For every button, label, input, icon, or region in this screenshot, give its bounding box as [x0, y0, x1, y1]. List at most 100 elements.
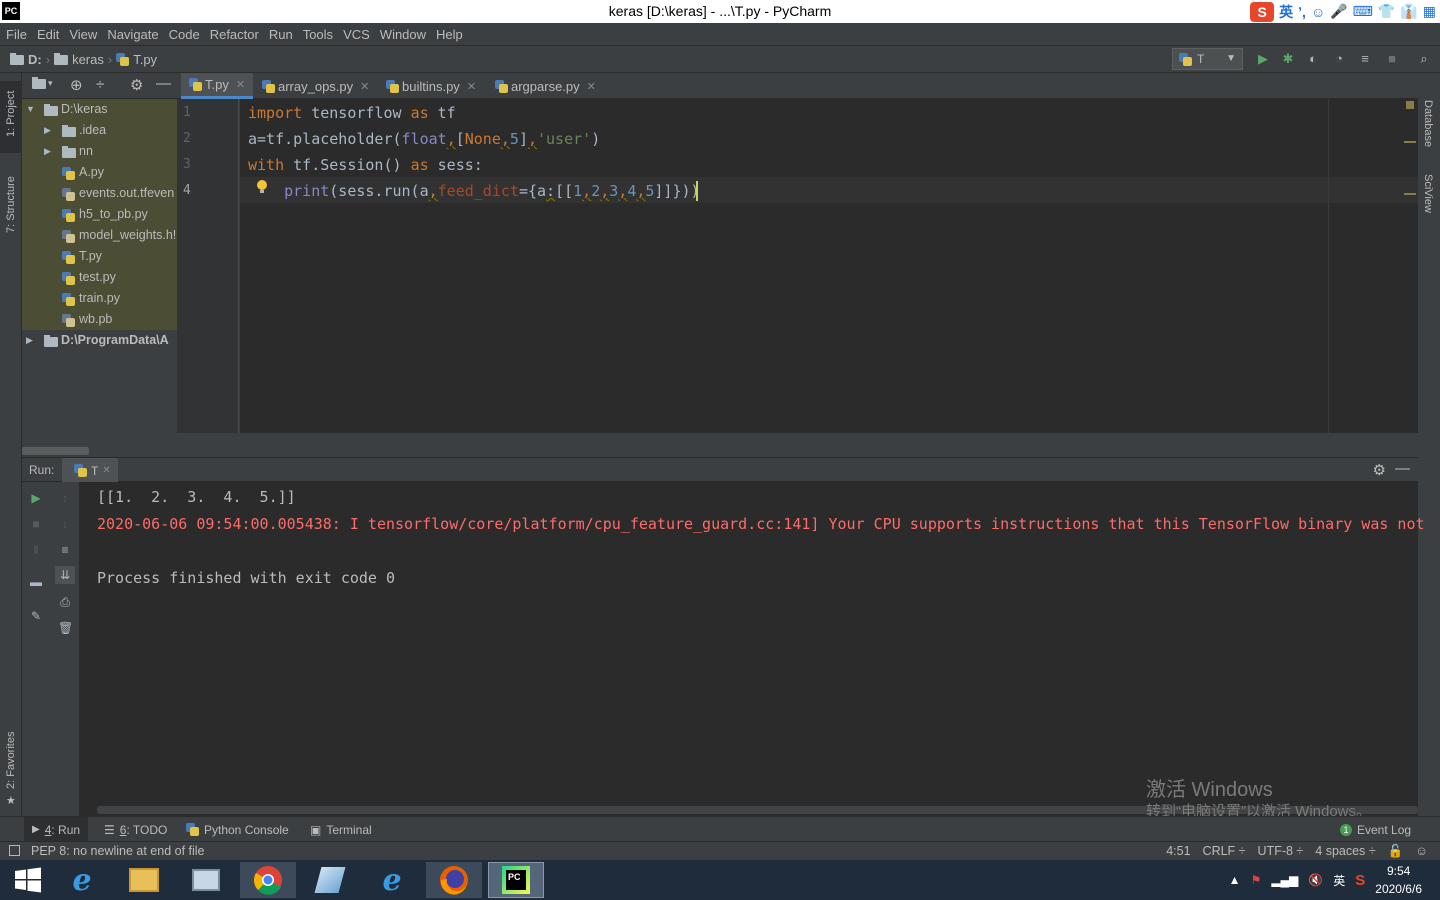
start-icon[interactable] — [0, 862, 56, 898]
profile-icon[interactable]: ◔ — [1332, 52, 1346, 66]
menu-edit[interactable]: Edit — [32, 27, 64, 42]
close-icon[interactable]: ✕ — [587, 80, 596, 93]
debug-icon[interactable]: ✱ — [1281, 52, 1295, 66]
file-explorer-icon[interactable] — [116, 862, 172, 898]
tab-todo[interactable]: ☰ 6: TODO — [96, 817, 175, 842]
run-console[interactable]: [[1. 2. 3. 4. 5.]] 2020-06-06 09:54:00.0… — [80, 482, 1425, 816]
tray-ime-lang[interactable]: 英 — [1333, 872, 1345, 889]
ime-punct-icon[interactable]: ʼ, — [1298, 4, 1306, 20]
tab-builtins-py[interactable]: builtins.py ✕ — [378, 73, 481, 99]
menu-run[interactable]: Run — [264, 27, 298, 42]
ime-keyboard-icon[interactable]: ⌨ — [1353, 3, 1373, 20]
tab-array-ops-py[interactable]: array_ops.py ✕ — [254, 73, 372, 99]
tab-terminal[interactable]: ▣ Terminal — [302, 817, 380, 842]
print-icon[interactable]: ⎙ — [58, 595, 72, 609]
ie-icon[interactable]: e — [364, 862, 420, 898]
event-log-button[interactable]: 1 Event Log — [1332, 817, 1419, 842]
close-icon[interactable]: ✕ — [467, 80, 476, 93]
toggle-tool-windows-icon[interactable] — [9, 845, 20, 856]
coverage-icon[interactable]: ◐ — [1306, 52, 1320, 66]
tree-item[interactable]: T.py — [22, 246, 177, 267]
menu-tools[interactable]: Tools — [298, 27, 338, 42]
close-icon[interactable]: ✕ — [102, 465, 110, 476]
chevron-up-icon[interactable]: ▲ — [1229, 873, 1241, 887]
chevron-right-icon[interactable]: ▶ — [44, 141, 51, 162]
inspection-status-icon[interactable] — [1406, 101, 1414, 109]
tab-argparse-py[interactable]: argparse.py ✕ — [487, 73, 602, 99]
ime-shirt-icon[interactable]: 👔 — [1400, 3, 1417, 20]
clock[interactable]: 9:54 2020/6/6 — [1375, 862, 1422, 898]
tree-item[interactable]: test.py — [22, 267, 177, 288]
chevron-right-icon[interactable]: ▶ — [44, 120, 51, 141]
breadcrumb-drive[interactable]: D: — [28, 52, 42, 67]
soft-wrap-icon[interactable]: ≡ — [58, 543, 72, 557]
caret-position[interactable]: 4:51 — [1166, 844, 1190, 859]
search-icon[interactable]: ⌕ — [1417, 52, 1431, 66]
project-tool-label[interactable]: 1: Project — [5, 91, 17, 137]
scroll-to-end-icon[interactable]: ⇊ — [55, 566, 75, 584]
chevron-right-icon[interactable]: ▶ — [26, 330, 33, 351]
ime-skin-icon[interactable]: 👕 — [1378, 3, 1395, 20]
menu-code[interactable]: Code — [164, 27, 205, 42]
breadcrumb-file[interactable]: T.py — [133, 52, 157, 67]
tab-t-py[interactable]: T.py ✕ — [181, 73, 253, 99]
sogou-tray-icon[interactable]: S — [1355, 872, 1365, 889]
locate-icon[interactable]: ⊕ — [70, 76, 83, 94]
chrome-icon[interactable] — [240, 862, 296, 898]
menu-vcs[interactable]: VCS — [338, 27, 375, 42]
close-icon[interactable]: ✕ — [236, 78, 245, 91]
warning-marker[interactable] — [1404, 141, 1416, 143]
ime-menu-icon[interactable]: ▦ — [1423, 3, 1436, 20]
project-horizontal-scrollbar[interactable] — [22, 447, 89, 455]
tree-item[interactable]: train.py — [22, 288, 177, 309]
menu-refactor[interactable]: Refactor — [205, 27, 264, 42]
firefox-icon[interactable] — [426, 862, 482, 898]
chevron-down-icon[interactable]: ▾ — [48, 78, 53, 89]
inspector-icon[interactable]: ☺ — [1415, 844, 1428, 859]
line-separator[interactable]: CRLF ÷ — [1203, 844, 1246, 859]
tree-item[interactable]: ▶ D:\ProgramData\A — [22, 330, 177, 351]
ime-voice-icon[interactable]: 🎤 — [1330, 3, 1347, 20]
project-view-icon[interactable] — [32, 77, 46, 89]
pycharm-icon[interactable]: PC — [488, 862, 544, 898]
gear-icon[interactable]: ⚙ — [130, 76, 143, 94]
pause-icon[interactable]: ‖ — [29, 543, 43, 557]
tree-item[interactable]: h5_to_pb.py — [22, 204, 177, 225]
tree-item[interactable]: ▶ nn — [22, 141, 177, 162]
stop-icon[interactable]: ■ — [1385, 52, 1399, 66]
ime-toolbar[interactable]: S 英 ʼ, ☺ 🎤 ⌨ 👕 👔 ▦ — [1250, 0, 1440, 23]
structure-tool-label[interactable]: 7: Structure — [5, 176, 17, 233]
sogou-icon[interactable]: S — [1250, 1, 1275, 22]
favorites-tool-label[interactable]: 2: Favorites — [5, 732, 17, 789]
gear-icon[interactable]: ⚙ — [1373, 461, 1386, 479]
tree-item[interactable]: ▶ .idea — [22, 120, 177, 141]
menu-help[interactable]: Help — [431, 27, 468, 42]
layout-icon[interactable]: ▬ — [29, 575, 43, 589]
arrow-up-icon[interactable]: ↑ — [58, 491, 72, 505]
minimize-icon[interactable]: — — [1395, 460, 1410, 477]
indent-setting[interactable]: 4 spaces ÷ — [1315, 844, 1375, 859]
lightbulb-icon[interactable] — [256, 179, 268, 195]
lock-icon[interactable]: 🔓 — [1388, 844, 1404, 859]
tree-item[interactable]: events.out.tfeven — [22, 183, 177, 204]
network-warning-icon[interactable]: ⚑ — [1251, 873, 1262, 887]
stop-icon[interactable]: ■ — [29, 517, 43, 531]
collapse-icon[interactable]: ÷ — [96, 76, 104, 93]
control-panel-icon[interactable] — [178, 862, 234, 898]
tree-item[interactable]: A.py — [22, 162, 177, 183]
sciview-tool-label[interactable]: SciView — [1422, 174, 1434, 213]
pen-icon[interactable] — [302, 862, 358, 898]
menu-file[interactable]: File — [6, 27, 32, 42]
close-icon[interactable]: ✕ — [360, 80, 369, 93]
minimize-icon[interactable]: — — [156, 75, 171, 92]
tree-item[interactable]: ▼ D:\keras — [22, 99, 177, 120]
ime-lang[interactable]: 英 — [1279, 2, 1293, 22]
ie-icon[interactable]: e — [54, 862, 110, 898]
rerun-icon[interactable]: ▶ — [29, 491, 43, 505]
arrow-down-icon[interactable]: ↓ — [58, 517, 72, 531]
pin-icon[interactable]: ✎ — [29, 609, 43, 623]
menu-navigate[interactable]: Navigate — [102, 27, 163, 42]
run-configuration-select[interactable]: T ▼ — [1172, 48, 1243, 70]
tab-run[interactable]: ▶ 4: Run — [24, 817, 89, 842]
menu-view[interactable]: View — [64, 27, 102, 42]
